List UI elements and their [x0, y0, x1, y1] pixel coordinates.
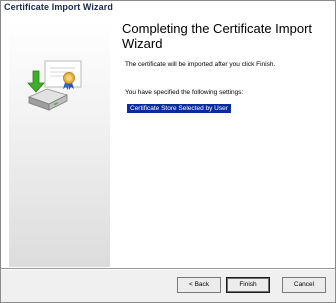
wizard-window: Certificate Import Wizard Completing the…	[0, 0, 336, 303]
divider	[1, 268, 335, 270]
finish-button[interactable]: Finish	[226, 277, 270, 293]
certificate-import-icon	[27, 60, 82, 111]
window-title: Certificate Import Wizard	[4, 2, 113, 12]
completion-description: The certificate will be imported after y…	[125, 61, 276, 68]
wizard-side-panel	[9, 23, 110, 267]
page-title: Completing the Certificate Import Wizard	[122, 21, 313, 51]
back-button[interactable]: < Back	[177, 277, 221, 293]
settings-label: You have specified the following setting…	[125, 89, 244, 96]
settings-item-store[interactable]: Certificate Store Selected by User	[127, 104, 231, 113]
title-bar: Certificate Import Wizard	[1, 1, 335, 15]
settings-list[interactable]: Certificate Store Selected by User	[125, 97, 317, 257]
wizard-content: Completing the Certificate Import Wizard…	[1, 15, 335, 268]
cancel-button[interactable]: Cancel	[282, 277, 326, 293]
